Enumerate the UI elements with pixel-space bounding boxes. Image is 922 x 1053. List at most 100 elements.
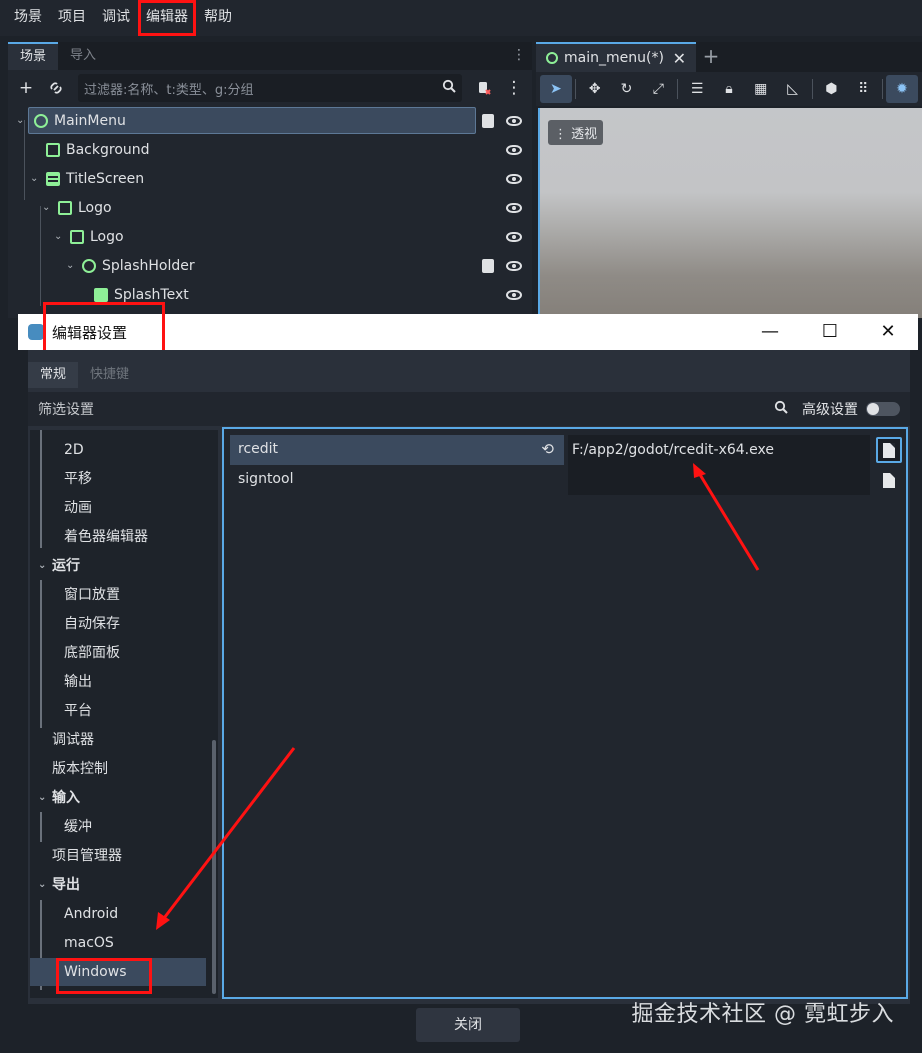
section-bottom-panel[interactable]: 底部面板	[30, 639, 214, 667]
dialog-title-bar[interactable]: 编辑器设置 — ☐ ✕	[18, 302, 918, 358]
section-export[interactable]: ⌄ 导出	[30, 871, 214, 899]
section-platform[interactable]: 平台	[30, 697, 214, 725]
chevron-down-icon[interactable]: ⌄	[42, 202, 50, 213]
section-input[interactable]: ⌄ 输入	[30, 784, 214, 812]
scene-tab-main-menu[interactable]: main_menu(*) ✕	[536, 42, 696, 72]
section-project-manager[interactable]: 项目管理器	[30, 842, 214, 870]
dock-menu-icon[interactable]: ⋮	[512, 47, 526, 63]
rcedit-path-field[interactable]: F:/app2/godot/rcedit-x64.exe	[568, 435, 870, 465]
script-icon[interactable]	[482, 258, 494, 273]
section-debugger[interactable]: 调试器	[30, 726, 214, 754]
section-animation[interactable]: 动画	[30, 494, 214, 522]
tab-general[interactable]: 常规	[28, 362, 79, 388]
section-label: 导出	[52, 877, 80, 893]
section-android[interactable]: Android	[30, 900, 214, 928]
section-window-placement[interactable]: 窗口放置	[30, 581, 214, 609]
tab-shortcuts[interactable]: 快捷键	[78, 362, 141, 388]
close-window-icon[interactable]: ✕	[876, 320, 900, 344]
settings-filter-input[interactable]: 筛选设置 高级设置	[28, 392, 910, 426]
section-run[interactable]: ⌄ 运行	[30, 552, 214, 580]
file-browse-icon[interactable]	[876, 437, 902, 463]
section-macos[interactable]: macOS	[30, 929, 214, 957]
visibility-eye-icon[interactable]	[506, 202, 522, 213]
visibility-eye-icon[interactable]	[506, 289, 522, 300]
minimize-icon[interactable]: —	[758, 320, 782, 344]
section-pan[interactable]: 平移	[30, 465, 214, 493]
lock-icon[interactable]: 🔒︎	[713, 75, 745, 103]
menu-project[interactable]: 项目	[50, 0, 94, 36]
visibility-eye-icon[interactable]	[506, 115, 522, 126]
tree-node-mainmenu[interactable]: ⌄ MainMenu	[8, 106, 532, 135]
toggle-switch[interactable]	[866, 402, 900, 416]
maximize-icon[interactable]: ☐	[818, 320, 842, 344]
rotate-tool-icon[interactable]: ↻	[611, 75, 643, 103]
section-shader-editor[interactable]: 着色器编辑器	[30, 523, 214, 551]
revert-icon[interactable]: ⟲	[541, 435, 554, 463]
visibility-eye-icon[interactable]	[506, 173, 522, 184]
section-autosave[interactable]: 自动保存	[30, 610, 214, 638]
chevron-down-icon: ⌄	[38, 792, 47, 803]
visibility-eye-icon[interactable]	[506, 260, 522, 271]
perspective-button[interactable]: ⋮ 透视	[548, 120, 604, 145]
sun-icon[interactable]: ✹	[886, 75, 918, 103]
menu-debug[interactable]: 调试	[94, 0, 138, 36]
section-version-control[interactable]: 版本控制	[30, 755, 214, 783]
section-buffering[interactable]: 缓冲	[30, 813, 214, 841]
signtool-path-field[interactable]	[568, 465, 870, 495]
tree-node-splashholder[interactable]: ⌄ SplashHolder	[8, 251, 532, 280]
menu-editor[interactable]: 编辑器	[138, 0, 196, 36]
tree-node-titlescreen[interactable]: ⌄ TitleScreen	[8, 164, 532, 193]
section-2d[interactable]: 2D	[30, 436, 214, 464]
add-tab-icon[interactable]: +	[696, 42, 726, 72]
scene-toolbar: + 过滤器:名称、t:类型、g:分组 ⋮	[8, 70, 532, 106]
tab-scene[interactable]: 场景	[8, 42, 59, 70]
property-row-rcedit: rcedit ⟲ F:/app2/godot/rcedit-x64.exe	[230, 435, 904, 465]
close-icon[interactable]: ✕	[673, 49, 686, 68]
close-button[interactable]: 关闭	[416, 1008, 520, 1042]
node-label: Logo	[90, 228, 124, 245]
viewport-tabs: main_menu(*) ✕ +	[536, 42, 922, 72]
editor-settings-dialog: 常规 快捷键 筛选设置 高级设置 2D 平移 动画 着色器编辑器 ⌄ 运行 窗口…	[28, 350, 910, 1004]
snap-icon[interactable]: ⠿	[847, 75, 879, 103]
section-output[interactable]: 输出	[30, 668, 214, 696]
list-select-icon[interactable]: ☰	[681, 75, 713, 103]
property-name[interactable]: rcedit ⟲	[230, 435, 564, 465]
attach-script-icon[interactable]	[472, 76, 496, 100]
tree-node-logo-container[interactable]: ⌄ Logo	[8, 193, 532, 222]
select-tool-icon[interactable]: ➤	[540, 75, 572, 103]
menu-help[interactable]: 帮助	[196, 0, 240, 36]
property-name[interactable]: signtool	[230, 465, 564, 495]
scene-filter-input[interactable]: 过滤器:名称、t:类型、g:分组	[78, 74, 462, 102]
property-row-signtool: signtool	[230, 465, 904, 495]
tree-node-background[interactable]: Background	[8, 135, 532, 164]
advanced-settings-toggle[interactable]: 高级设置	[802, 399, 900, 419]
visibility-eye-icon[interactable]	[506, 231, 522, 242]
node-label: TitleScreen	[66, 170, 145, 187]
move-tool-icon[interactable]: ✥	[579, 75, 611, 103]
menu-scene[interactable]: 场景	[6, 0, 50, 36]
3d-viewport[interactable]: ⋮ 透视	[538, 108, 922, 318]
more-menu-icon[interactable]: ⋮	[502, 76, 526, 100]
file-browse-icon[interactable]	[876, 467, 902, 493]
scene-tab-label: main_menu(*)	[564, 50, 664, 66]
chevron-down-icon[interactable]: ⌄	[16, 115, 24, 126]
tab-import[interactable]: 导入	[58, 42, 108, 70]
local-space-icon[interactable]: ⬢	[816, 75, 848, 103]
chevron-down-icon[interactable]: ⌄	[66, 260, 74, 271]
script-icon[interactable]	[482, 113, 494, 128]
link-icon[interactable]	[44, 76, 68, 100]
chevron-down-icon[interactable]: ⌄	[54, 231, 62, 242]
scale-tool-icon[interactable]: ⤢	[642, 75, 674, 103]
vbox-icon	[46, 171, 60, 186]
chevron-down-icon[interactable]: ⌄	[30, 173, 38, 184]
chevron-down-icon: ⌄	[38, 560, 47, 571]
search-icon	[442, 79, 456, 97]
visibility-eye-icon[interactable]	[506, 144, 522, 155]
property-name-label: rcedit	[238, 441, 279, 457]
group-icon[interactable]: ▦	[745, 75, 777, 103]
ruler-icon[interactable]: ◺	[777, 75, 809, 103]
tree-node-logo-texture[interactable]: ⌄ Logo	[8, 222, 532, 251]
add-node-icon[interactable]: +	[14, 76, 38, 100]
sections-scrollbar[interactable]	[212, 740, 216, 994]
scene-tree: ⌄ MainMenu Background ⌄ TitleScreen ⌄ Lo…	[8, 106, 532, 318]
